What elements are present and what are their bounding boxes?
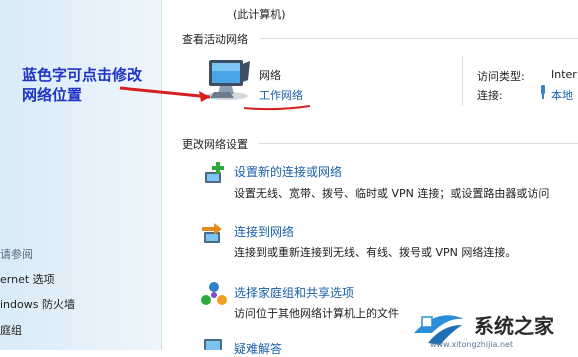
setup-connection-desc: 设置无线、宽带、拨号、临时或 VPN 连接；或设置路由器或访问 [234, 187, 550, 200]
watermark-url: www.xitongzhijia.net [430, 340, 514, 349]
watermark-text: 系统之家 [474, 314, 554, 338]
change-settings-title: 更改网络设置 [182, 138, 248, 151]
homegroup-icon [201, 282, 227, 305]
troubleshoot-icon [204, 339, 222, 350]
connect-to-network-link[interactable]: 连接到网络 [234, 223, 294, 240]
homegroup-sharing-link[interactable]: 选择家庭组和共享选项 [234, 284, 354, 301]
new-connection-icon [205, 162, 224, 183]
troubleshoot-link[interactable]: 疑难解答 [234, 340, 282, 357]
homegroup-sharing-desc: 访问位于其他网络计算机上的文件 [234, 307, 399, 320]
setup-connection-link[interactable]: 设置新的连接或网络 [234, 163, 342, 180]
connect-network-icon [202, 223, 222, 243]
connect-to-network-desc: 连接到或重新连接到无线、有线、拨号或 VPN 网络连接。 [234, 246, 517, 259]
section-separator [259, 143, 578, 144]
